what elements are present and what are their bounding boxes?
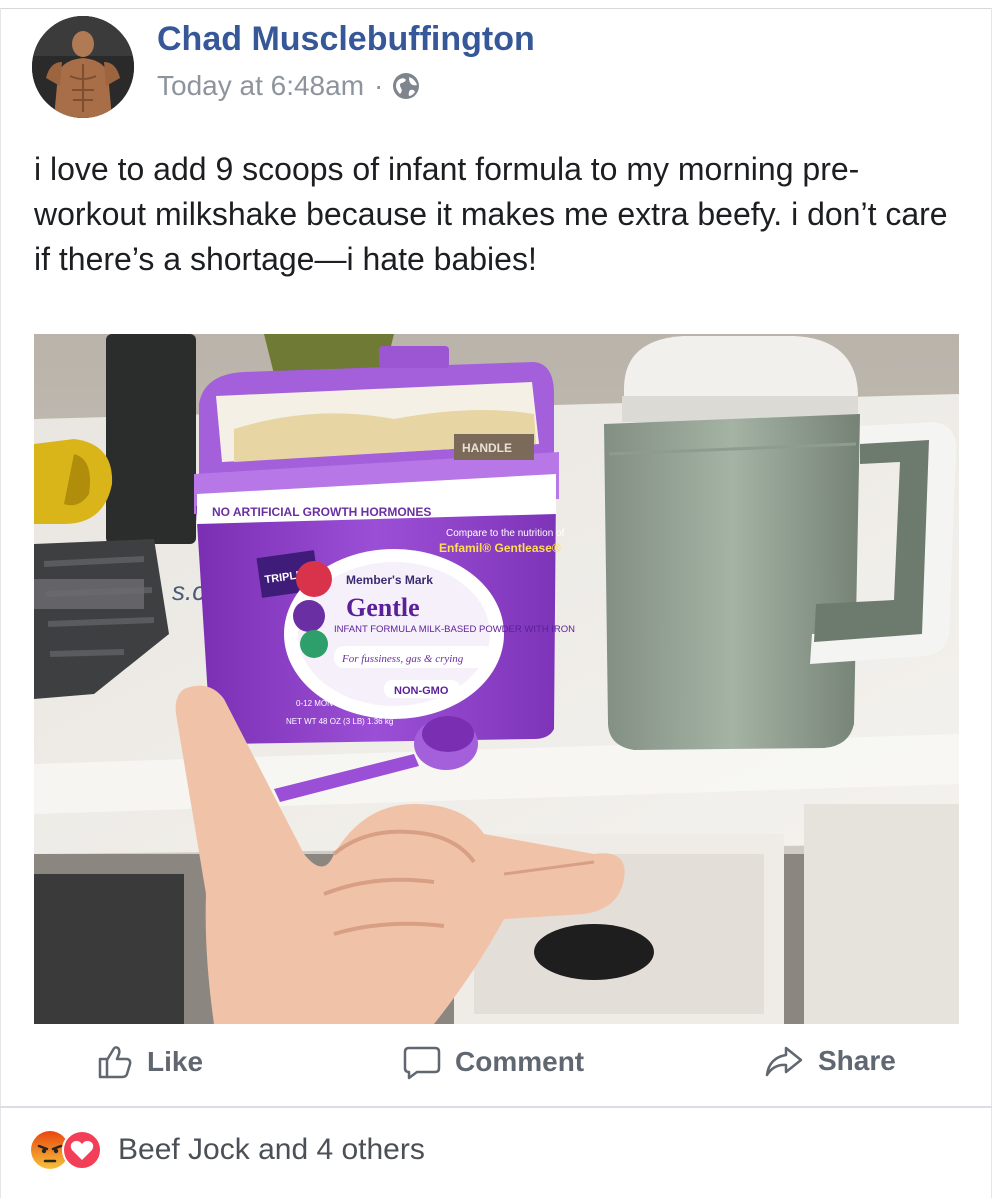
meta-separator: · xyxy=(374,70,384,101)
post-photo[interactable]: s.com HANDLE NO ARTIFICIAL GROWTH HORMON… xyxy=(34,334,959,1024)
comment-button[interactable]: Comment xyxy=(403,1044,584,1080)
love-icon xyxy=(62,1130,102,1170)
like-button[interactable]: Like xyxy=(97,1044,203,1080)
thumbs-up-icon xyxy=(98,1046,132,1079)
author-avatar[interactable] xyxy=(32,16,134,118)
post-left-border xyxy=(0,8,1,1198)
reactions-summary[interactable]: Beef Jock and 4 others xyxy=(30,1128,425,1172)
like-label: Like xyxy=(147,1046,204,1077)
share-icon xyxy=(765,1046,803,1077)
tub-handle-label: HANDLE xyxy=(462,441,512,455)
photo-illustration: s.com HANDLE NO ARTIFICIAL GROWTH HORMON… xyxy=(34,334,959,1024)
share-label: Share xyxy=(818,1045,896,1076)
comment-label: Comment xyxy=(455,1046,585,1077)
tub-non-gmo: NON-GMO xyxy=(394,685,449,697)
reactions-text[interactable]: Beef Jock and 4 others xyxy=(118,1133,425,1167)
share-button[interactable]: Share xyxy=(764,1044,896,1078)
tub-age: 0-12 MONTHS xyxy=(296,699,349,708)
post-text: i love to add 9 scoops of infant formula… xyxy=(34,151,948,277)
tub-product-name: Gentle xyxy=(346,593,420,622)
tub-compare-brand: Enfamil® Gentlease® xyxy=(439,541,561,555)
action-bar: Like Comment Share xyxy=(0,1030,992,1100)
post-top-border xyxy=(0,8,992,9)
tub-compare-text: Compare to the nutrition of xyxy=(446,528,565,539)
avatar-photo-icon xyxy=(32,16,134,118)
facebook-post: Chad Musclebuffington Today at 6:48am · … xyxy=(0,0,992,1200)
comment-icon xyxy=(403,1046,441,1080)
tub-net-weight: NET WT 48 OZ (3 LB) 1.36 kg xyxy=(286,717,393,726)
tub-banner: NO ARTIFICIAL GROWTH HORMONES xyxy=(212,505,431,519)
tub-description: INFANT FORMULA MILK-BASED POWDER WITH IR… xyxy=(334,624,575,635)
post-timestamp[interactable]: Today at 6:48am xyxy=(157,70,364,102)
formula-tub: HANDLE NO ARTIFICIAL GROWTH HORMONES Com… xyxy=(194,346,575,744)
reactions-divider xyxy=(0,1106,992,1108)
globe-icon[interactable] xyxy=(391,71,421,101)
author-name[interactable]: Chad Musclebuffington xyxy=(157,20,535,59)
tub-brand: Member's Mark xyxy=(346,573,433,587)
reaction-icons xyxy=(30,1128,110,1172)
tub-tagline: For fussiness, gas & crying xyxy=(341,653,464,665)
post-meta: Today at 6:48am · xyxy=(157,70,421,102)
